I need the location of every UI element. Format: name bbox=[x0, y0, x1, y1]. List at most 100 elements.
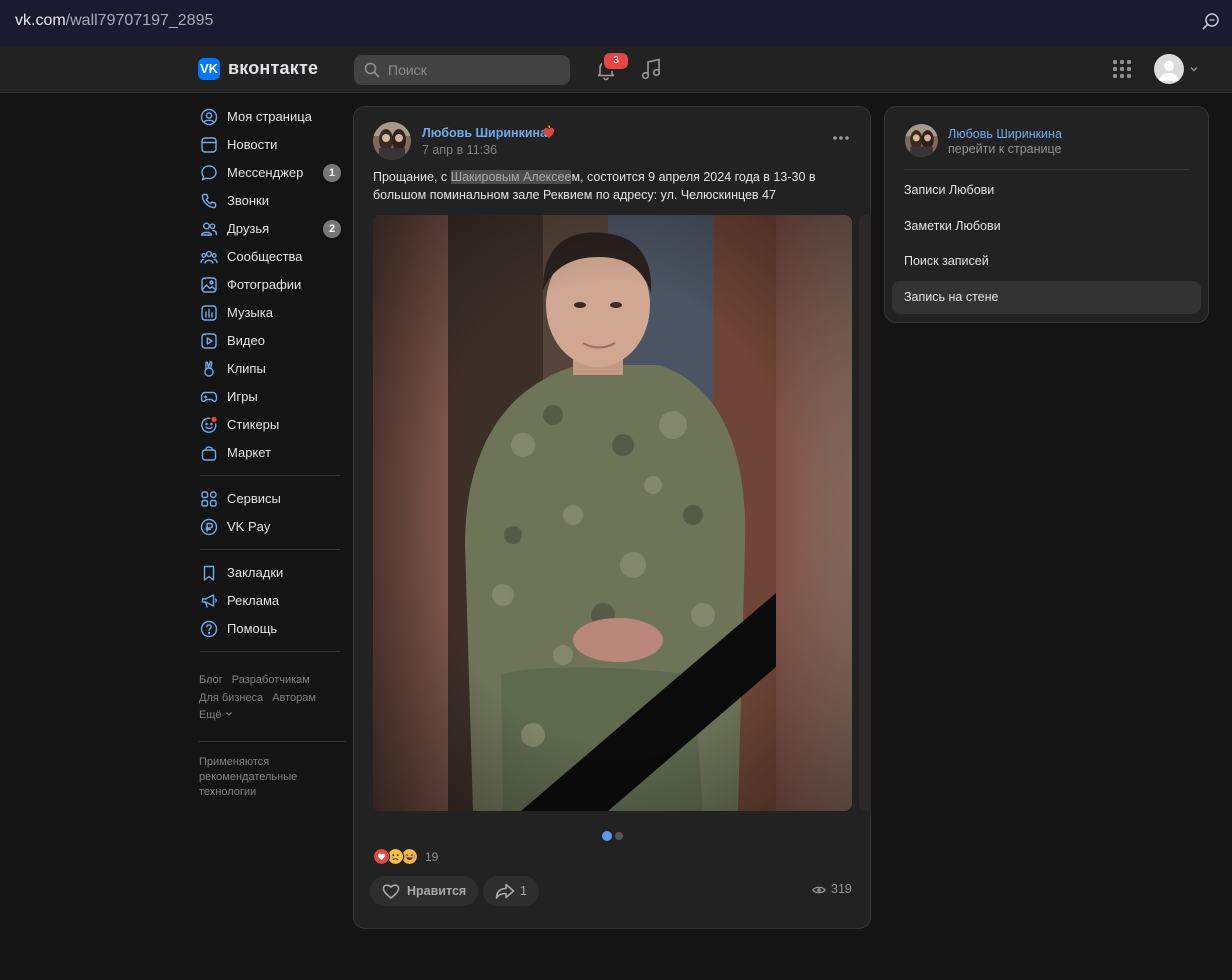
vk-logo[interactable]: VK bbox=[198, 58, 220, 80]
ads-icon bbox=[201, 594, 217, 608]
side-item-label: Записи Любови bbox=[904, 183, 995, 197]
sidebar-item-vkpay[interactable]: VK Pay bbox=[198, 513, 348, 541]
news-icon bbox=[201, 137, 217, 153]
counter-badge: 2 bbox=[323, 220, 341, 238]
side-author-avatar[interactable] bbox=[905, 124, 938, 157]
phone-icon bbox=[201, 193, 217, 209]
url-path: /wall79707197_2895 bbox=[65, 12, 214, 29]
sidebar-item-label: Новости bbox=[227, 137, 278, 152]
sidebar-item-label: Стикеры bbox=[227, 417, 280, 432]
sidebar-item-label: Закладки bbox=[227, 565, 284, 580]
like-button-label: Нравится bbox=[407, 884, 467, 898]
share-arrow-icon bbox=[495, 883, 515, 899]
sidebar-item-news[interactable]: Новости bbox=[198, 131, 348, 159]
views-count: 319 bbox=[831, 882, 852, 896]
sidebar-item-label: Звонки bbox=[227, 193, 269, 208]
stickers-icon bbox=[201, 416, 217, 433]
sidebar-item-communities[interactable]: Сообщества bbox=[198, 243, 348, 271]
post-photo[interactable] bbox=[373, 215, 852, 811]
sidebar-item-phone[interactable]: Звонки bbox=[198, 187, 348, 215]
share-button[interactable]: 1 bbox=[483, 876, 539, 906]
side-item-posts[interactable]: Записи Любови bbox=[892, 174, 1201, 207]
music-icon bbox=[201, 305, 217, 321]
sidebar-item-help[interactable]: Помощь bbox=[198, 615, 348, 643]
share-count: 1 bbox=[520, 884, 527, 898]
bookmark-icon bbox=[203, 565, 215, 581]
side-item-label: Заметки Любови bbox=[904, 219, 1001, 233]
carousel-dot-1[interactable] bbox=[602, 831, 612, 841]
sidebar-item-label: Сообщества bbox=[227, 249, 303, 264]
nav-divider bbox=[200, 651, 340, 652]
carousel-dot-2[interactable] bbox=[615, 832, 623, 840]
post-author-avatar[interactable] bbox=[373, 122, 411, 160]
apps-grid-icon[interactable] bbox=[1112, 59, 1132, 79]
avatar[interactable] bbox=[1154, 54, 1184, 84]
heart-icon bbox=[382, 884, 400, 899]
go-to-page-link[interactable]: перейти к странице bbox=[948, 142, 1061, 156]
carousel-dots bbox=[602, 827, 626, 845]
address-url[interactable]: vk.com/wall79707197_2895 bbox=[15, 12, 213, 30]
side-divider bbox=[904, 169, 1190, 170]
post-text-selection: Шакировым Алексее bbox=[450, 170, 572, 184]
wall-post: Любовь Ширинкина 7 апр в 11:36 Прощание,… bbox=[353, 106, 871, 929]
post-date[interactable]: 7 апр в 11:36 bbox=[422, 143, 497, 157]
side-item-notes[interactable]: Заметки Любови bbox=[892, 210, 1201, 243]
footer-link-developers[interactable]: Разработчикам bbox=[232, 674, 310, 686]
sidebar-item-user-circle[interactable]: Моя страница bbox=[198, 103, 348, 131]
side-item-search-posts[interactable]: Поиск записей bbox=[892, 245, 1201, 278]
next-photo-peek[interactable] bbox=[859, 215, 871, 811]
vkpay-icon bbox=[200, 518, 218, 536]
side-author-name[interactable]: Любовь Ширинкина bbox=[948, 127, 1062, 141]
sidebar-item-message[interactable]: Мессенджер 1 bbox=[198, 159, 348, 187]
nav-divider bbox=[200, 475, 340, 476]
sidebar-item-music[interactable]: Музыка bbox=[198, 299, 348, 327]
sidebar-item-video[interactable]: Видео bbox=[198, 327, 348, 355]
sidebar-item-label: Моя страница bbox=[227, 109, 312, 124]
search-icon bbox=[364, 62, 380, 78]
nav-divider bbox=[200, 549, 340, 550]
heart-fire-emoji-icon bbox=[543, 125, 555, 138]
more-options-icon[interactable] bbox=[832, 135, 850, 141]
footer-link-authors[interactable]: Авторам bbox=[272, 692, 316, 704]
sidebar-item-stickers[interactable]: Стикеры bbox=[198, 411, 348, 439]
friends-icon bbox=[200, 222, 218, 236]
chevron-down-icon bbox=[225, 712, 232, 716]
like-button[interactable]: Нравится bbox=[370, 876, 478, 906]
sidebar-item-ads[interactable]: Реклама bbox=[198, 587, 348, 615]
chevron-down-icon[interactable] bbox=[1189, 64, 1199, 74]
sidebar-item-label: Видео bbox=[227, 333, 265, 348]
footer-link-more[interactable]: Ещё bbox=[199, 709, 233, 721]
notifications-badge: 3 bbox=[602, 51, 630, 71]
sidebar-item-photos[interactable]: Фотографии bbox=[198, 271, 348, 299]
sidebar-item-market[interactable]: Маркет bbox=[198, 439, 348, 467]
search-icon[interactable] bbox=[1201, 12, 1221, 32]
help-icon bbox=[200, 620, 218, 638]
reactions-count[interactable]: 19 bbox=[425, 850, 438, 864]
footer-link-business[interactable]: Для бизнеса bbox=[199, 692, 263, 704]
search-box[interactable] bbox=[354, 55, 570, 85]
sidebar-item-games[interactable]: Игры bbox=[198, 383, 348, 411]
services-icon bbox=[201, 491, 217, 507]
sidebar-item-label: Помощь bbox=[227, 621, 278, 636]
sidebar-item-bookmark[interactable]: Закладки bbox=[198, 559, 348, 587]
sidebar-item-friends[interactable]: Друзья 2 bbox=[198, 215, 348, 243]
left-nav: Моя страница Новости Мессенджер 1 Звонки Друз… bbox=[198, 103, 348, 661]
side-item-label: Запись на стене bbox=[904, 290, 999, 304]
sidebar-item-label: Друзья bbox=[227, 221, 270, 236]
side-item-wall-post[interactable]: Запись на стене bbox=[892, 281, 1201, 314]
eye-icon bbox=[812, 886, 826, 894]
search-input[interactable] bbox=[388, 55, 563, 85]
author-side-card: Любовь Ширинкина перейти к странице Запи… bbox=[884, 106, 1209, 323]
sidebar-item-clips[interactable]: Клипы bbox=[198, 355, 348, 383]
post-text: Прощание, с Шакировым Алексеем, состоитс… bbox=[373, 168, 843, 204]
sidebar-item-label: Реклама bbox=[227, 593, 280, 608]
sidebar-item-label: Музыка bbox=[227, 305, 273, 320]
post-author-name[interactable]: Любовь Ширинкина bbox=[422, 126, 547, 140]
music-icon[interactable] bbox=[640, 57, 662, 81]
games-icon bbox=[200, 391, 218, 403]
brand-name[interactable]: вконтакте bbox=[228, 58, 318, 79]
avatar-photo bbox=[905, 124, 938, 157]
sidebar-item-services[interactable]: Сервисы bbox=[198, 485, 348, 513]
footer-note: Применяются рекомендательные технологии bbox=[199, 756, 298, 798]
footer-link-blog[interactable]: Блог bbox=[199, 674, 223, 686]
